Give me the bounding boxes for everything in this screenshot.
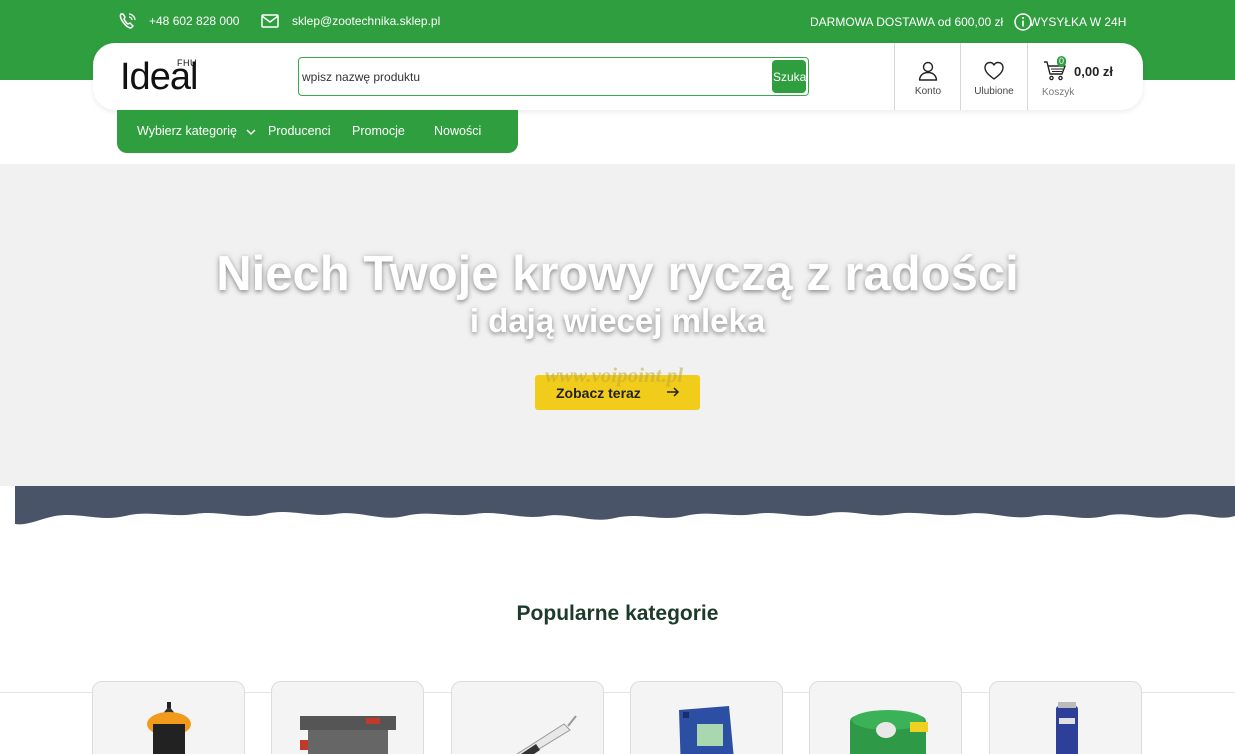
category-card[interactable] — [451, 681, 604, 754]
account-label: Konto — [914, 86, 942, 97]
top-bar-content: +48 602 828 000 sklep@zootechnika.sklep.… — [0, 0, 1235, 42]
free-delivery-info: DARMOWA DOSTAWA od 600,00 zł — [810, 12, 1033, 32]
favorites-button[interactable]: Ulubione — [960, 43, 1027, 110]
nav-item-label: Producenci — [268, 124, 331, 138]
favorites-label: Ulubione — [974, 86, 1014, 97]
phone-icon — [117, 11, 139, 31]
section-title: Popularne kategorie — [516, 602, 719, 625]
cart-button[interactable]: 0 0,00 zł Koszyk — [1027, 43, 1143, 110]
heart-icon — [984, 61, 1004, 80]
category-card[interactable] — [271, 681, 424, 754]
nav-item-categories[interactable]: Wybierz kategorię — [137, 124, 256, 138]
nav-item-label: Wybierz kategorię — [137, 124, 237, 138]
email-address: sklep@zootechnika.sklep.pl — [292, 14, 441, 28]
category-image — [850, 710, 928, 754]
mail-icon — [260, 11, 282, 31]
shipping-info: WYSYŁKA W 24H — [1029, 15, 1126, 29]
watermark: www.voipoint.pl — [545, 363, 684, 387]
category-card[interactable] — [809, 681, 962, 754]
logo-subtext: FHU — [177, 58, 197, 68]
category-image — [516, 715, 577, 754]
email-contact[interactable]: sklep@zootechnika.sklep.pl — [260, 11, 440, 31]
nav-item-promotions[interactable]: Promocje — [352, 124, 405, 138]
category-card[interactable] — [92, 681, 245, 754]
header: Ideal FHU Szukaj Konto Ulubione 0 0,00 z… — [93, 43, 1143, 110]
cart-count-badge: 0 — [1057, 56, 1066, 67]
nav-item-new[interactable]: Nowości — [434, 124, 481, 138]
shipping-text: WYSYŁKA W 24H — [1029, 15, 1127, 29]
main-nav: Wybierz kategorię Producenci Promocje No… — [117, 110, 518, 153]
cart-label: Koszyk — [1042, 87, 1075, 98]
phone-number: +48 602 828 000 — [149, 14, 240, 28]
category-image — [147, 702, 191, 754]
nav-item-producers[interactable]: Producenci — [268, 124, 331, 138]
page: +48 602 828 000 sklep@zootechnika.sklep.… — [0, 0, 1235, 754]
nav-item-label: Promocje — [352, 124, 405, 138]
search-box: Szukaj — [298, 57, 809, 96]
user-icon — [918, 61, 938, 81]
decorative-wave-band — [15, 486, 1235, 525]
category-image — [300, 716, 396, 754]
search-button[interactable]: Szukaj — [772, 60, 806, 93]
phone-contact[interactable]: +48 602 828 000 — [117, 11, 239, 31]
nav-item-label: Nowości — [434, 124, 482, 138]
category-card[interactable] — [989, 681, 1142, 754]
chevron-down-icon — [246, 129, 256, 135]
search-input[interactable] — [301, 58, 761, 95]
category-image — [1056, 702, 1078, 754]
cart-value: 0,00 zł — [1074, 64, 1114, 79]
account-button[interactable]: Konto — [894, 43, 961, 110]
hero-subtitle: i dają wiecej mleka — [469, 302, 766, 339]
hero-banner: Niech Twoje krowy ryczą z radości i dają… — [0, 164, 1235, 486]
free-delivery-text: DARMOWA DOSTAWA od 600,00 zł — [810, 15, 1004, 29]
hero-title: Niech Twoje krowy ryczą z radości — [216, 247, 1019, 301]
logo[interactable]: Ideal FHU — [120, 55, 220, 97]
category-card[interactable] — [630, 681, 783, 754]
category-image — [679, 706, 734, 754]
